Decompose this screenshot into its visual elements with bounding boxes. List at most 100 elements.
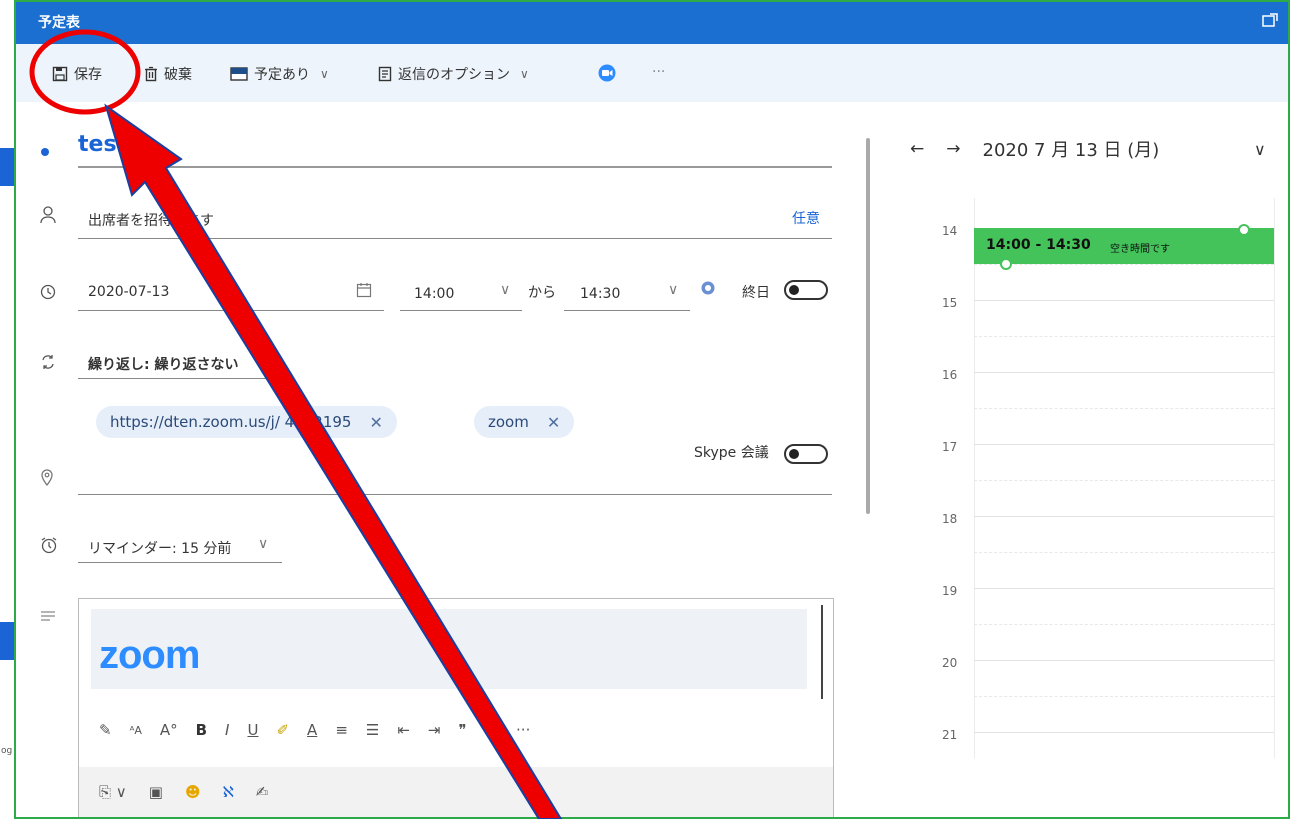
repeat-dropdown[interactable]: 繰り返し: 繰り返さない [88, 354, 238, 374]
start-date-input[interactable]: 2020-07-13 [88, 284, 169, 300]
close-icon[interactable]: ✕ [369, 413, 382, 432]
arrow-right-icon[interactable]: → [946, 139, 960, 159]
underline-icon[interactable]: U [247, 721, 258, 739]
event-title-input[interactable]: test [78, 132, 127, 157]
bullet-list-icon[interactable]: ≡ [335, 721, 348, 739]
invitation-banner: zoom [91, 609, 807, 689]
show-as-label: 予定あり [254, 67, 310, 83]
location-chip[interactable]: zoom ✕ [474, 406, 575, 438]
signature-icon[interactable]: ✍ [256, 783, 269, 801]
discard-label: 破棄 [164, 67, 192, 83]
hour-label: 19 [942, 584, 958, 598]
attach-icon[interactable]: ⎘ ∨ [99, 783, 127, 801]
hour-line [974, 444, 1274, 445]
image-icon[interactable]: ▣ [149, 783, 163, 801]
attendees-underline [78, 238, 832, 239]
chevron-down-icon[interactable]: ∨ [260, 352, 270, 368]
arrow-left-icon[interactable]: ← [910, 139, 924, 159]
start-time-underline [400, 310, 522, 311]
zoom-icon [598, 64, 616, 82]
chevron-down-icon[interactable]: ∨ [258, 536, 268, 552]
font-size-decrease-icon[interactable]: ᴬA [130, 724, 142, 737]
reminder-dropdown[interactable]: リマインダー: 15 分前 [88, 538, 231, 558]
resize-handle-bottom[interactable] [1000, 258, 1012, 270]
calendar-picker-icon[interactable] [356, 282, 372, 302]
half-hour-line [974, 552, 1274, 553]
half-hour-line [974, 696, 1274, 697]
hour-label: 21 [942, 728, 958, 742]
bold-icon[interactable]: B [196, 721, 207, 739]
response-options-label: 返信のオプション [398, 67, 510, 83]
highlight-icon[interactable]: ✐ [276, 721, 289, 739]
font-size-increase-icon[interactable]: A° [160, 721, 178, 739]
hour-label: 18 [942, 512, 958, 526]
hour-line [974, 300, 1274, 301]
all-day-toggle[interactable] [784, 280, 828, 300]
popout-icon[interactable] [1262, 12, 1278, 31]
calendar-date-label: 2020 7 月 13 日 (月) [982, 140, 1160, 161]
align-icon[interactable]: ☰ [485, 721, 498, 739]
chevron-down-icon[interactable]: ∨ [500, 282, 510, 298]
hour-label: 16 [942, 368, 958, 382]
trash-icon [144, 66, 158, 82]
immersive-reader-icon[interactable]: ℵ [223, 783, 234, 801]
half-hour-line [974, 624, 1274, 625]
grid-line [974, 198, 975, 758]
save-label: 保存 [74, 67, 102, 83]
time-zone-icon[interactable] [700, 280, 716, 300]
repeat-icon [40, 354, 56, 374]
end-time-dropdown[interactable]: 14:30 [580, 286, 620, 302]
increase-indent-icon[interactable]: ⇥ [428, 721, 441, 739]
font-color-icon[interactable]: A [307, 721, 317, 739]
save-button[interactable]: 保存 [52, 64, 102, 84]
close-icon[interactable]: ✕ [547, 413, 560, 432]
response-options-dropdown[interactable]: 返信のオプション ∨ [378, 64, 529, 84]
event-editor-window: 予定表 保存 破棄 予定あり ∨ 返信のオプション ∨ ··· test 出席者… [14, 0, 1290, 819]
hour-label: 15 [942, 296, 958, 310]
decrease-indent-icon[interactable]: ⇤ [397, 721, 410, 739]
resize-handle-top[interactable] [1238, 224, 1250, 236]
hour-line [974, 588, 1274, 589]
insert-toolbar: ⎘ ∨ ▣ ☻ ℵ ✍ [79, 767, 833, 817]
event-status: 空き時間です [1110, 244, 1170, 255]
pane-splitter[interactable] [866, 138, 870, 514]
event-time-range: 14:00 - 14:30 [986, 237, 1091, 253]
half-hour-line [974, 480, 1274, 481]
skype-meeting-toggle[interactable] [784, 444, 828, 464]
chevron-down-icon: ∨ [520, 67, 529, 81]
chevron-down-icon[interactable]: ∨ [1254, 140, 1266, 159]
hour-label: 20 [942, 656, 958, 670]
optional-attendees-link[interactable]: 任意 [792, 208, 820, 228]
zoom-logo: zoom [99, 633, 200, 677]
response-options-icon [378, 66, 392, 82]
attendees-input[interactable]: 出席者を招待します [88, 210, 214, 230]
chevron-down-icon[interactable]: ∨ [668, 282, 678, 298]
notes-icon [40, 608, 56, 627]
start-time-dropdown[interactable]: 14:00 [414, 286, 454, 302]
formatting-toolbar: ✎ ᴬA A° B I U ✐ A ≡ ☰ ⇤ ⇥ ❞ ☰ ··· [99, 721, 530, 739]
location-chip[interactable]: https://dten.zoom.us/j/ 4812195 ✕ [96, 406, 397, 438]
format-painter-icon[interactable]: ✎ [99, 721, 112, 739]
half-hour-line [974, 408, 1274, 409]
all-day-label: 終日 [742, 285, 770, 301]
calendar-event-block[interactable]: 14:00 - 14:30 空き時間です [974, 228, 1274, 264]
zoom-meeting-button[interactable] [598, 64, 616, 82]
hour-line [974, 660, 1274, 661]
numbered-list-icon[interactable]: ☰ [366, 721, 379, 739]
event-body-editor[interactable]: zoom ✎ ᴬA A° B I U ✐ A ≡ ☰ ⇤ ⇥ ❞ ☰ ··· ⎘… [78, 598, 834, 817]
location-chip-label: https://dten.zoom.us/j/ 4812195 [110, 413, 352, 431]
more-formatting-icon[interactable]: ··· [516, 721, 530, 739]
more-options-button[interactable]: ··· [652, 64, 665, 80]
italic-icon[interactable]: I [225, 721, 229, 739]
quote-icon[interactable]: ❞ [459, 721, 467, 739]
discard-button[interactable]: 破棄 [144, 64, 192, 84]
title-bar: 予定表 [16, 2, 1288, 44]
text-cursor [821, 605, 823, 699]
emoji-icon[interactable]: ☻ [185, 783, 201, 801]
command-bar: 保存 破棄 予定あり ∨ 返信のオプション ∨ ··· [16, 44, 1288, 102]
category-dot-icon [40, 142, 50, 161]
event-form: test 出席者を招待します 任意 2020-07-13 14:00 ∨ から … [16, 102, 846, 817]
background-selected-row [0, 148, 14, 186]
show-as-dropdown[interactable]: 予定あり ∨ [230, 64, 329, 84]
title-underline [78, 166, 832, 168]
